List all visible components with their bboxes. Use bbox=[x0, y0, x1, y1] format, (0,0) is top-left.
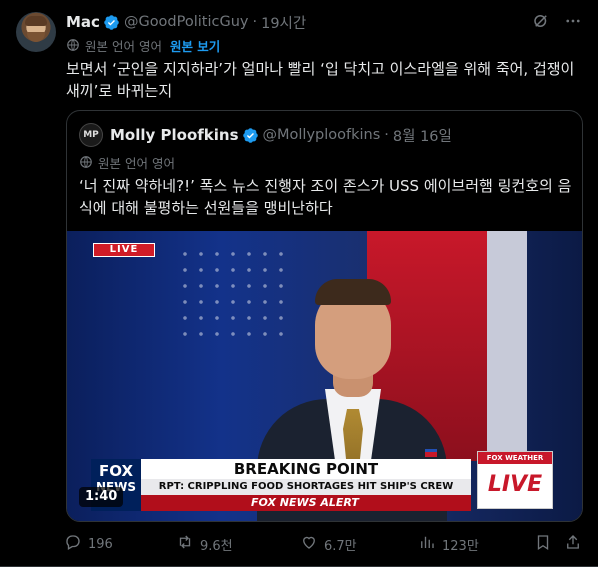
video-player[interactable]: LIVE FOX NEWS BREAKING POINT RPT: CRIPPL… bbox=[67, 231, 582, 521]
separator-dot: · bbox=[252, 14, 258, 30]
show-original-link[interactable]: 원본 보기 bbox=[170, 36, 220, 55]
top-actions bbox=[532, 12, 582, 30]
flag-stripe-white bbox=[487, 231, 527, 461]
quoted-date[interactable]: 8월 16일 bbox=[393, 125, 452, 146]
fox-weather-label: FOX WEATHER bbox=[478, 452, 552, 464]
chyron-title: BREAKING POINT bbox=[233, 460, 379, 478]
more-icon[interactable] bbox=[564, 12, 582, 30]
avatar-hair bbox=[25, 16, 47, 26]
tweet-text: 보면서 ‘군인을 지지하라’가 얼마나 빨리 ‘입 닥치고 이스라엘을 위해 죽… bbox=[66, 60, 575, 100]
views-button[interactable]: 123만 bbox=[418, 534, 479, 554]
translation-row: 원본 언어 영어 원본 보기 bbox=[66, 36, 220, 54]
reply-icon bbox=[64, 533, 82, 555]
repost-button[interactable]: 9.6천 bbox=[176, 534, 233, 554]
host-hair bbox=[315, 279, 391, 305]
share-icon bbox=[564, 533, 582, 555]
repost-count: 9.6천 bbox=[200, 538, 233, 554]
news-chyron: FOX NEWS BREAKING POINT RPT: CRIPPLING F… bbox=[67, 451, 582, 511]
tweet[interactable]: Mac @GoodPoliticGuy · 19시간 원본 언어 영어 원본 보… bbox=[0, 0, 598, 567]
translation-label: 원본 언어 영어 bbox=[85, 38, 162, 54]
reply-count: 196 bbox=[88, 536, 113, 552]
quoted-text: ‘너 진짜 약하네?!’ 폭스 뉴스 진행자 조이 존스가 USS 에이브러햄 … bbox=[79, 177, 572, 217]
repost-icon bbox=[176, 533, 194, 555]
quoted-translation-label: 원본 언어 영어 bbox=[98, 155, 175, 171]
like-button[interactable]: 6.7만 bbox=[300, 534, 357, 554]
author-handle[interactable]: @GoodPoliticGuy bbox=[124, 14, 249, 30]
fox-weather-box: FOX WEATHER LIVE bbox=[477, 451, 553, 509]
quoted-tweet[interactable]: MP Molly Ploofkins @Mollyploofkins · 8월 … bbox=[66, 110, 583, 522]
translate-globe-icon bbox=[66, 38, 80, 52]
author-name[interactable]: Mac bbox=[66, 13, 100, 31]
lapel-pin bbox=[425, 449, 437, 457]
quoted-header: MP Molly Ploofkins @Mollyploofkins · 8월 … bbox=[79, 123, 452, 147]
fox-weather-live: LIVE bbox=[487, 472, 543, 497]
like-count: 6.7만 bbox=[324, 538, 357, 554]
quoted-author-handle[interactable]: @Mollyploofkins bbox=[263, 127, 381, 143]
bookmark-icon bbox=[534, 533, 552, 555]
action-bar: 196 9.6천 6.7만 123만 bbox=[64, 534, 582, 554]
reply-button[interactable]: 196 bbox=[64, 534, 113, 554]
avatar-beard bbox=[27, 32, 45, 42]
translate-globe-icon bbox=[79, 155, 93, 169]
views-icon bbox=[418, 533, 436, 555]
grok-icon[interactable] bbox=[532, 12, 550, 30]
separator-dot: · bbox=[384, 127, 389, 143]
chyron-subtitle: RPT: CRIPPLING FOOD SHORTAGES HIT SHIP'S… bbox=[141, 479, 471, 495]
views-count: 123만 bbox=[442, 538, 479, 554]
logo-line-1: FOX bbox=[98, 462, 134, 480]
quoted-avatar[interactable]: MP bbox=[79, 123, 103, 147]
chyron-main: BREAKING POINT RPT: CRIPPLING FOOD SHORT… bbox=[141, 459, 471, 495]
quoted-author-name[interactable]: Molly Ploofkins bbox=[110, 126, 239, 144]
tweet-header: Mac @GoodPoliticGuy · 19시간 bbox=[66, 12, 582, 32]
like-icon bbox=[300, 533, 318, 555]
video-duration: 1:40 bbox=[79, 487, 124, 507]
quoted-translation-row: 원본 언어 영어 bbox=[79, 153, 175, 171]
news-alert-bar: FOX NEWS ALERT bbox=[141, 495, 471, 511]
share-button[interactable] bbox=[564, 534, 582, 554]
verified-badge-icon bbox=[242, 127, 259, 144]
verified-badge-icon[interactable] bbox=[103, 14, 120, 31]
author-avatar[interactable] bbox=[16, 12, 56, 52]
tweet-time[interactable]: 19시간 bbox=[261, 12, 306, 33]
bookmark-button[interactable] bbox=[534, 534, 552, 554]
live-tag: LIVE bbox=[93, 243, 155, 257]
